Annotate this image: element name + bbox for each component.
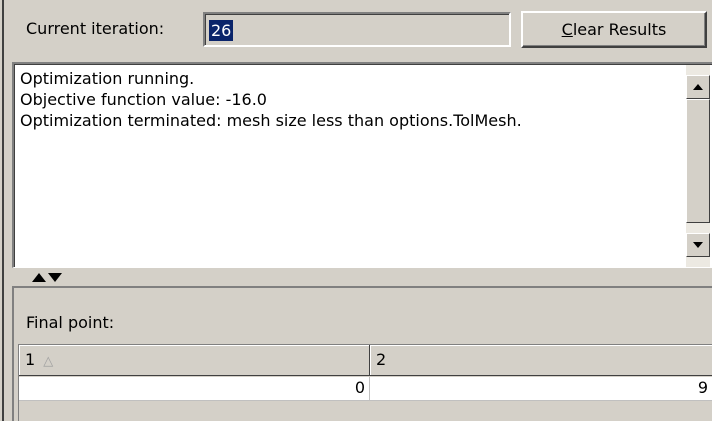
table-cell[interactable]: 9: [370, 377, 712, 401]
output-lines: Optimization running. Objective function …: [20, 68, 522, 131]
scroll-down-button[interactable]: [686, 233, 710, 257]
current-iteration-field[interactable]: 26: [203, 12, 511, 47]
final-point-table: 1 △ 2 0 9: [18, 344, 712, 421]
final-point-title: Final point:: [26, 313, 115, 332]
current-iteration-value[interactable]: 26: [209, 20, 234, 41]
arrow-up-icon: [693, 84, 703, 90]
arrow-down-icon: [693, 242, 703, 248]
scrollbar-thumb[interactable]: [686, 99, 710, 223]
current-iteration-label: Current iteration:: [26, 19, 165, 38]
column-header-label: 1: [25, 350, 36, 369]
output-line: Optimization running.: [20, 69, 195, 88]
optimization-output-textarea[interactable]: Optimization running. Objective function …: [12, 62, 712, 268]
clear-results-label: lear Results: [572, 20, 667, 39]
scroll-up-button[interactable]: [686, 75, 710, 99]
column-header-2[interactable]: 2: [370, 345, 712, 376]
column-header-label: 2: [376, 350, 387, 369]
window-left-edge: [0, 0, 4, 421]
column-header-1[interactable]: 1 △: [19, 345, 370, 376]
clear-results-button[interactable]: Clear Results: [521, 11, 707, 48]
sort-ascending-icon: △: [43, 354, 54, 369]
clear-results-mnemonic: C: [561, 20, 573, 39]
output-vertical-scrollbar[interactable]: [686, 65, 710, 267]
output-line: Optimization terminated: mesh size less …: [20, 111, 522, 130]
splitter-arrows-icon[interactable]: [32, 271, 66, 283]
panel-splitter[interactable]: [12, 268, 712, 286]
table-cell[interactable]: 0: [19, 377, 370, 401]
output-line: Objective function value: -16.0: [20, 90, 267, 109]
